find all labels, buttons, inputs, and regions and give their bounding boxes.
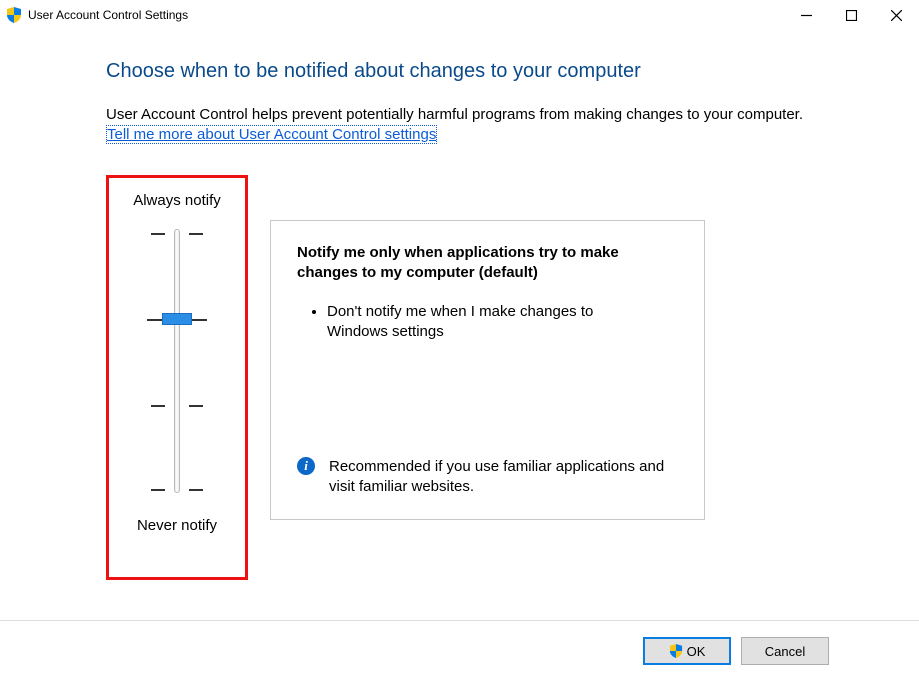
- button-bar-divider: [0, 620, 919, 621]
- panel-bullet-list: Don't notify me when I make changes to W…: [327, 302, 678, 343]
- annotation-highlight-box: Always notify Never notify: [106, 175, 248, 580]
- uac-shield-icon: [669, 644, 683, 658]
- minimize-button[interactable]: [784, 0, 829, 30]
- page-description: User Account Control helps prevent poten…: [106, 105, 859, 125]
- slider-thumb[interactable]: [162, 313, 192, 325]
- panel-title: Notify me only when applications try to …: [297, 243, 667, 284]
- slider-top-label: Always notify: [109, 192, 245, 209]
- maximize-button[interactable]: [829, 0, 874, 30]
- ok-button-label: OK: [687, 644, 706, 659]
- button-bar: OK Cancel: [643, 637, 829, 665]
- notification-level-panel: Notify me only when applications try to …: [270, 220, 705, 520]
- cancel-button[interactable]: Cancel: [741, 637, 829, 665]
- learn-more-link[interactable]: Tell me more about User Account Control …: [106, 125, 437, 144]
- page-heading: Choose when to be notified about changes…: [106, 60, 859, 83]
- info-icon: i: [297, 457, 315, 475]
- window-controls: [784, 0, 919, 30]
- recommendation-row: i Recommended if you use familiar applic…: [297, 457, 678, 498]
- slider-bottom-label: Never notify: [109, 517, 245, 534]
- ok-button[interactable]: OK: [643, 637, 731, 665]
- panel-bullet: Don't notify me when I make changes to W…: [327, 302, 678, 343]
- uac-shield-icon: [6, 7, 22, 23]
- notification-level-slider[interactable]: [109, 221, 245, 501]
- cancel-button-label: Cancel: [765, 644, 805, 659]
- recommendation-text: Recommended if you use familiar applicat…: [329, 457, 678, 498]
- title-bar: User Account Control Settings: [0, 0, 919, 30]
- close-button[interactable]: [874, 0, 919, 30]
- window-title: User Account Control Settings: [28, 8, 188, 22]
